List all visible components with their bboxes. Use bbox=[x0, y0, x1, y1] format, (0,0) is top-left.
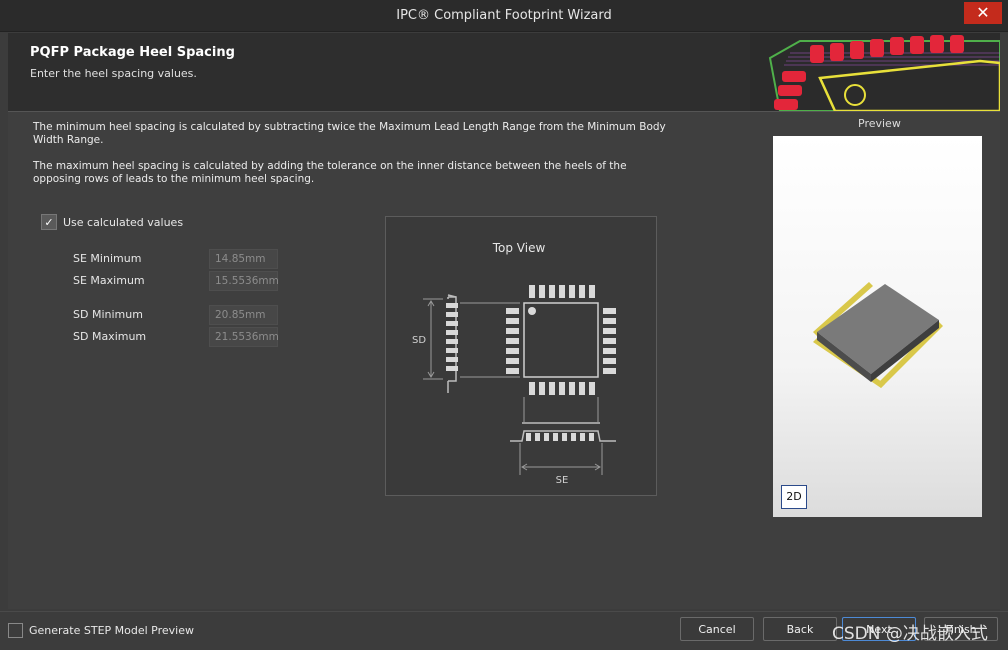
sd-maximum-field[interactable]: 21.5536mm bbox=[209, 327, 279, 347]
top-view-drawing: Top View SD SE bbox=[412, 241, 616, 486]
window-title: IPC® Compliant Footprint Wizard bbox=[396, 8, 612, 23]
package-body bbox=[523, 302, 599, 378]
sd-minimum-field[interactable]: 20.85mm bbox=[209, 305, 278, 325]
preview-viewport[interactable]: 2D bbox=[773, 136, 982, 517]
step-preview-label: Generate STEP Model Preview bbox=[29, 624, 194, 637]
use-calculated-option[interactable]: ✓ Use calculated values bbox=[41, 214, 183, 230]
package-3d-model bbox=[813, 282, 943, 388]
checkmark-icon: ✓ bbox=[44, 215, 54, 229]
sd-minimum-label: SD Minimum bbox=[73, 308, 143, 321]
diagram-title: Top View bbox=[492, 241, 546, 255]
back-button[interactable]: Back bbox=[763, 617, 837, 641]
use-calculated-label: Use calculated values bbox=[63, 215, 184, 229]
sd-dimension-label: SD bbox=[412, 335, 426, 346]
se-maximum-label: SE Maximum bbox=[73, 274, 145, 287]
pcb-banner-image bbox=[750, 33, 1000, 111]
se-minimum-field[interactable]: 14.85mm bbox=[209, 249, 278, 269]
sd-maximum-label: SD Maximum bbox=[73, 330, 147, 343]
se-maximum-field[interactable]: 15.5536mm bbox=[209, 271, 279, 291]
title-bar: IPC® Compliant Footprint Wizard ✕ bbox=[0, 0, 1008, 32]
page-title: PQFP Package Heel Spacing bbox=[30, 45, 235, 60]
top-view-diagram: Top View SD SE bbox=[385, 216, 657, 496]
preview-label: Preview bbox=[858, 117, 901, 130]
se-minimum-label: SE Minimum bbox=[73, 252, 142, 265]
close-icon: ✕ bbox=[976, 3, 990, 22]
description-min: The minimum heel spacing is calculated b… bbox=[33, 121, 666, 146]
description-max: The maximum heel spacing is calculated b… bbox=[33, 160, 627, 185]
step-preview-option[interactable]: Generate STEP Model Preview bbox=[8, 623, 194, 638]
step-preview-checkbox[interactable] bbox=[8, 623, 23, 638]
watermark: CSDN @决战嵌入式 bbox=[832, 624, 988, 644]
cancel-button[interactable]: Cancel bbox=[680, 617, 754, 641]
mode-2d-button[interactable]: 2D bbox=[781, 485, 807, 509]
use-calculated-checkbox[interactable]: ✓ bbox=[41, 214, 57, 230]
close-button[interactable]: ✕ bbox=[964, 2, 1002, 24]
se-dimension-label: SE bbox=[556, 475, 569, 486]
page-subtitle: Enter the heel spacing values. bbox=[30, 67, 197, 80]
page-header: PQFP Package Heel Spacing Enter the heel… bbox=[8, 33, 1000, 112]
